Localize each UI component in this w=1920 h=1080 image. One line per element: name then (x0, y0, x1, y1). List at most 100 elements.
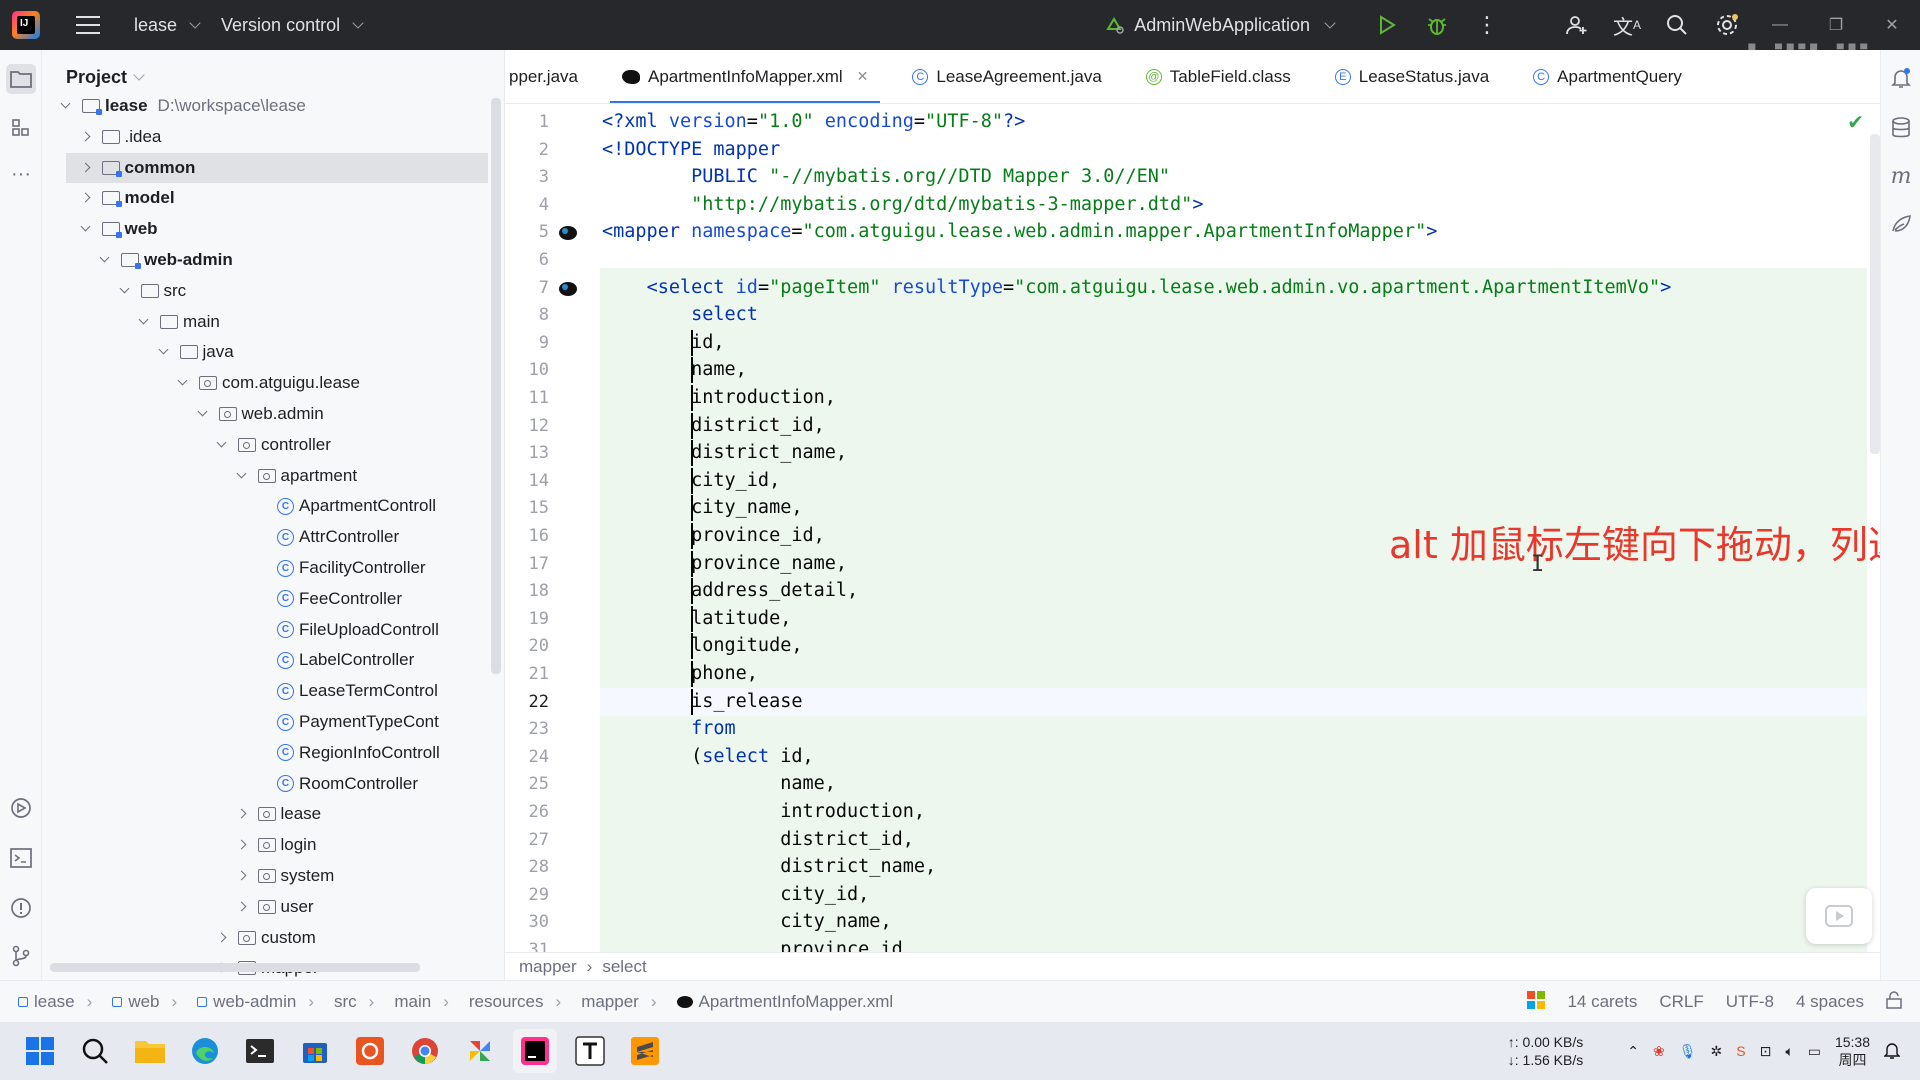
no-problems-check-icon[interactable]: ✔ (1847, 110, 1864, 135)
chevron-right-icon[interactable] (80, 162, 92, 174)
code-line[interactable]: <?xml version="1.0" encoding="UTF-8"?> (602, 108, 1025, 136)
tree-item-module[interactable]: lease D:\workspace\lease (42, 91, 492, 121)
tree-item-package[interactable]: controller (42, 430, 492, 460)
editor-tab[interactable]: C LeaseAgreement.java (890, 50, 1123, 103)
tree-item-package[interactable]: web.admin (42, 399, 492, 429)
chrome-icon[interactable] (403, 1029, 447, 1073)
unlock-icon[interactable] (1886, 990, 1902, 1014)
close-tab-icon[interactable]: ✕ (857, 68, 869, 85)
chevron-right-icon[interactable] (216, 932, 228, 944)
tray-sogou-icon[interactable]: S (1736, 1043, 1745, 1059)
project-switcher[interactable]: lease (134, 15, 201, 36)
git-branch-icon[interactable] (9, 944, 33, 968)
code-line[interactable]: introduction, (602, 384, 836, 412)
terminal-icon[interactable] (9, 846, 33, 870)
indent-setting[interactable]: 4 spaces (1796, 992, 1864, 1012)
code-line[interactable]: district_id, (602, 412, 825, 440)
chevron-down-icon[interactable] (177, 377, 189, 389)
volume-icon[interactable]: 🔈︎ (1785, 1043, 1793, 1060)
run-button[interactable] (1362, 0, 1412, 50)
code-line[interactable]: province_id, (602, 936, 914, 952)
tree-item-package[interactable]: lease (42, 799, 492, 829)
code-line[interactable]: phone, (602, 660, 758, 688)
path-segment[interactable]: main (394, 992, 431, 1012)
tray-puzzle-icon[interactable]: ✲ (1711, 1043, 1723, 1060)
breadcrumb-mapper[interactable]: mapper (519, 957, 577, 977)
code-line[interactable]: name, (602, 356, 747, 384)
code-line[interactable]: address_detail, (602, 577, 858, 605)
file-encoding[interactable]: UTF-8 (1726, 992, 1774, 1012)
chevron-right-icon[interactable] (80, 131, 92, 143)
code-line[interactable]: PUBLIC "-//mybatis.org//DTD Mapper 3.0//… (602, 163, 1170, 191)
clock[interactable]: 15:38 周四 (1835, 1033, 1870, 1069)
chevron-down-icon[interactable] (197, 408, 209, 420)
main-menu-icon[interactable] (76, 16, 100, 34)
chevron-right-icon[interactable] (236, 870, 248, 882)
more-tools-icon[interactable]: ··· (9, 162, 33, 186)
project-tree-scrollbar[interactable] (491, 98, 501, 674)
notifications-bell-icon[interactable] (1889, 66, 1913, 90)
tree-item-class[interactable]: C FacilityController (42, 553, 492, 583)
video-play-icon[interactable] (1806, 888, 1872, 944)
code-line[interactable]: "http://mybatis.org/dtd/mybatis-3-mapper… (602, 191, 1203, 219)
code-line[interactable]: city_id, (602, 881, 869, 909)
translate-icon[interactable]: 文A (1602, 0, 1652, 50)
code-line[interactable]: name, (602, 770, 836, 798)
chevron-down-icon[interactable] (99, 254, 111, 266)
code-line[interactable]: is_release (602, 688, 802, 716)
code-line[interactable]: introduction, (602, 798, 925, 826)
microphone-icon[interactable]: 🎙︎ (1679, 1043, 1697, 1060)
structure-icon[interactable] (9, 116, 33, 140)
terminal-app-icon[interactable] (238, 1029, 282, 1073)
typora-icon[interactable] (568, 1029, 612, 1073)
editor-tab[interactable]: C ApartmentQuery (1511, 50, 1704, 103)
tree-item-package[interactable]: com.atguigu.lease (42, 368, 492, 398)
more-actions-icon[interactable]: ⋮ (1462, 0, 1512, 50)
path-segment[interactable]: web-admin (197, 992, 296, 1012)
tree-item-package[interactable]: user (42, 892, 492, 922)
tree-item-package[interactable]: apartment (42, 461, 492, 491)
tree-item-class[interactable]: C AttrController (42, 522, 492, 552)
code-line[interactable]: district_name, (602, 439, 847, 467)
code-line[interactable]: <mapper namespace="com.atguigu.lease.web… (602, 218, 1437, 246)
mybatis-bird-icon[interactable] (557, 223, 579, 241)
tree-item-module[interactable]: web-admin (42, 245, 492, 275)
chevron-down-icon[interactable] (80, 223, 92, 235)
database-icon[interactable] (1889, 116, 1913, 140)
code-line[interactable]: <!DOCTYPE mapper (602, 136, 780, 164)
path-segment[interactable]: mapper (581, 992, 639, 1012)
chevron-down-icon[interactable] (138, 316, 150, 328)
editor-tab[interactable]: @ TableField.class (1124, 50, 1313, 103)
services-icon[interactable] (9, 796, 33, 820)
code-line[interactable]: (select id, (602, 743, 814, 771)
chevron-down-icon[interactable] (216, 439, 228, 451)
tree-item-class[interactable]: C LabelController (42, 645, 492, 675)
tree-item-module[interactable]: web (42, 214, 492, 244)
editor-tab[interactable]: pper.java (505, 50, 600, 103)
add-user-icon[interactable] (1552, 0, 1602, 50)
tree-item-folder[interactable]: java (42, 337, 492, 367)
maven-icon[interactable]: m (1889, 164, 1913, 189)
tree-item-module[interactable]: model (42, 183, 492, 213)
intellij-logo-icon[interactable]: IJ (12, 11, 40, 39)
code-line[interactable]: from (602, 715, 736, 743)
tray-app-icon[interactable]: ❀ (1653, 1043, 1665, 1060)
chevron-right-icon[interactable] (80, 192, 92, 204)
debug-button[interactable] (1412, 0, 1462, 50)
code-line[interactable]: province_id, (602, 522, 825, 550)
spring-icon[interactable] (1889, 212, 1913, 236)
tree-item-class[interactable]: C RegionInfoControll (42, 738, 492, 768)
taskbar-search-icon[interactable] (73, 1029, 117, 1073)
code-line[interactable]: city_name, (602, 908, 891, 936)
code-line[interactable]: longitude, (602, 632, 802, 660)
tree-item-class[interactable]: C FileUploadControll (42, 615, 492, 645)
tray-chevron-up-icon[interactable]: ⌃ (1627, 1043, 1639, 1060)
pinwheel-app-icon[interactable] (458, 1029, 502, 1073)
tree-item-folder[interactable]: main (42, 307, 492, 337)
code-line[interactable]: district_id, (602, 826, 914, 854)
vcs-menu[interactable]: Version control (221, 15, 364, 36)
code-line[interactable]: city_name, (602, 494, 802, 522)
project-tool-folder-icon[interactable] (6, 64, 36, 94)
close-window-icon[interactable]: ✕ (1864, 0, 1920, 50)
breadcrumb-select[interactable]: select (602, 957, 646, 977)
